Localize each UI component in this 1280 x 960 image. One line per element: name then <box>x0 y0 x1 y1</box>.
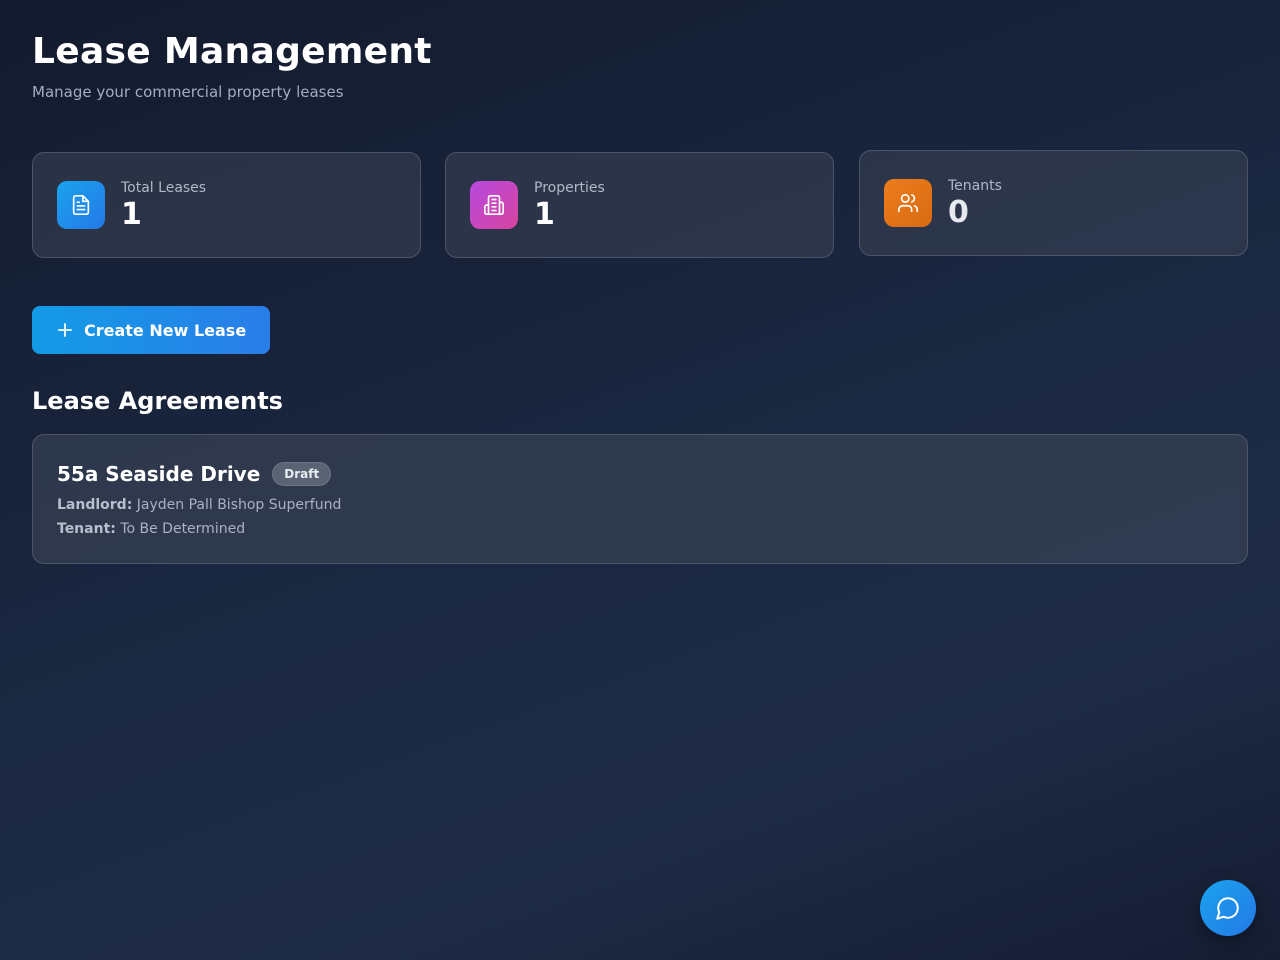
lease-title-row: 55a Seaside Drive Draft <box>57 461 332 487</box>
stat-card-tenants: Tenants 0 <box>859 150 1248 256</box>
chat-bubble-icon <box>1216 897 1239 920</box>
stats-row: Total Leases 1 Properties 1 Tenants 0 <box>32 150 1248 258</box>
page-container: Lease Management Manage your commercial … <box>32 30 1248 564</box>
stat-label: Properties <box>534 180 605 196</box>
lease-landlord: Landlord: Jayden Pall Bishop Superfund <box>57 496 341 514</box>
section-title: Lease Agreements <box>32 387 283 415</box>
document-icon <box>57 181 105 229</box>
landlord-label: Landlord: <box>57 497 133 513</box>
lease-title: 55a Seaside Drive <box>57 462 261 486</box>
stat-value: 1 <box>534 197 555 232</box>
users-icon <box>884 179 932 227</box>
page-title: Lease Management <box>32 31 432 72</box>
stat-card-total-leases: Total Leases 1 <box>32 152 421 258</box>
building-icon <box>470 181 518 229</box>
tenant-label: Tenant: <box>57 521 116 537</box>
stat-label: Total Leases <box>121 180 207 196</box>
lease-card[interactable]: 55a Seaside Drive Draft Landlord: Jayden… <box>32 434 1248 564</box>
page-subtitle: Manage your commercial property leases <box>32 83 344 101</box>
stat-card-properties: Properties 1 <box>445 152 834 258</box>
chat-button[interactable] <box>1200 880 1256 936</box>
stat-label: Tenants <box>948 178 1002 194</box>
tenant-value: To Be Determined <box>120 521 246 537</box>
status-badge: Draft <box>272 462 332 486</box>
plus-icon <box>58 323 72 337</box>
create-new-lease-label: Create New Lease <box>84 320 247 340</box>
lease-tenant: Tenant: To Be Determined <box>57 520 245 538</box>
stat-value: 0 <box>948 195 969 230</box>
landlord-value: Jayden Pall Bishop Superfund <box>136 497 342 513</box>
create-new-lease-button[interactable]: Create New Lease <box>32 306 270 354</box>
stat-value: 1 <box>121 197 142 232</box>
